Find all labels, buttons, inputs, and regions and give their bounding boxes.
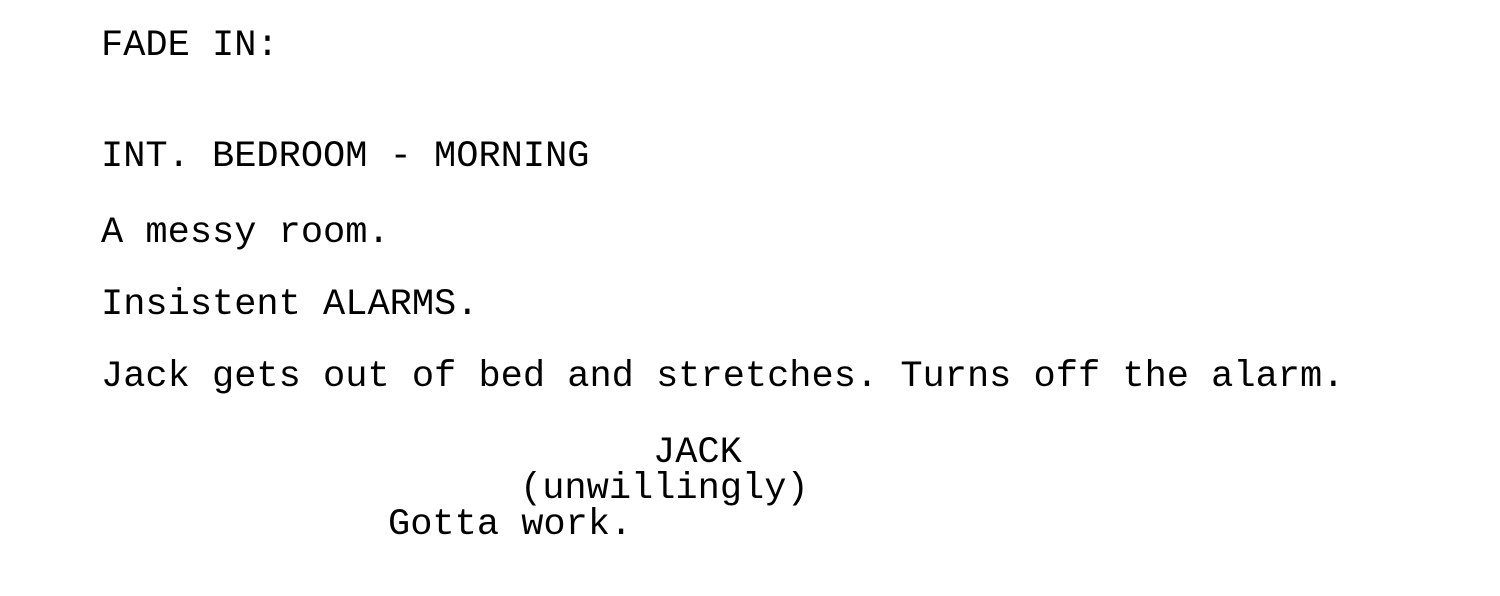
scene-heading-line: INT. BEDROOM - MORNING: [101, 136, 590, 178]
action-line-1: A messy room.: [101, 212, 390, 254]
screenplay-page: FADE IN: INT. BEDROOM - MORNING A messy …: [0, 0, 1500, 596]
transition-line-fade-in: FADE IN:: [101, 25, 279, 67]
action-line-2: Insistent ALARMS.: [101, 284, 479, 326]
parenthetical-line: (unwillingly): [520, 468, 809, 510]
dialogue-line: Gotta work.: [388, 504, 633, 546]
character-cue-jack: JACK: [653, 432, 742, 474]
action-line-3: Jack gets out of bed and stretches. Turn…: [101, 356, 1345, 398]
